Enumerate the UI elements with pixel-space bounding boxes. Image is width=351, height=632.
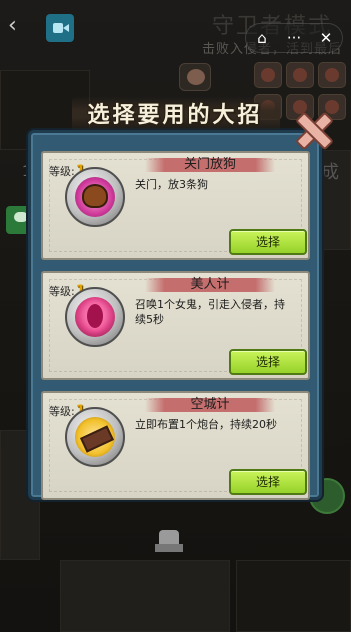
close-icon[interactable] [293,110,331,148]
modal-title: 选择要用的大招 [87,103,263,128]
player-avatar [318,62,346,88]
skill-card: 等级:1 关门放狗 关门，放3条狗 选择 [41,151,310,260]
skill-card: 等级:1 美人计 召唤1个女鬼，引走入侵者，持续5秒 选择 [41,271,310,380]
home-icon[interactable]: ⌂ [250,29,274,47]
skill-name: 美人计 [135,275,285,295]
skill-name: 空城计 [135,395,285,415]
more-icon[interactable]: ··· [282,29,306,47]
turret-icon [75,417,115,457]
level-label: 等级: [49,165,75,178]
miniprogram-capsule: ⌂ ··· ✕ [245,23,343,53]
level-label: 等级: [49,405,75,418]
select-button[interactable]: 选择 [229,349,307,375]
skill-desc: 召唤1个女鬼，引走入侵者，持续5秒 [135,298,285,326]
select-button[interactable]: 选择 [229,469,307,495]
player-avatar [254,62,282,88]
video-record-icon[interactable] [46,14,74,42]
skill-name: 关门放狗 [135,155,285,175]
top-bar: ‹ 守卫者模式 击败入侵者，活到最后 ⌂ ··· ✕ [0,0,351,70]
skill-card: 等级:1 空城计 立即布置1个炮台，持续20秒 选择 [41,391,310,500]
skill-badge [65,407,125,467]
ghost-icon [75,297,115,337]
skill-desc: 关门，放3条狗 [135,178,208,191]
skill-badge [65,167,125,227]
level-label: 等级: [49,285,75,298]
bed-icon [155,530,183,560]
cookie-icon[interactable] [179,63,211,91]
back-arrow-icon[interactable]: ‹ [8,14,28,38]
skill-desc: 立即布置1个炮台，持续20秒 [135,418,277,431]
side-text: 成 [321,162,339,183]
close-app-icon[interactable]: ✕ [314,29,338,47]
skill-badge [65,287,125,347]
select-button[interactable]: 选择 [229,229,307,255]
player-avatar [286,62,314,88]
dog-icon [75,177,115,217]
